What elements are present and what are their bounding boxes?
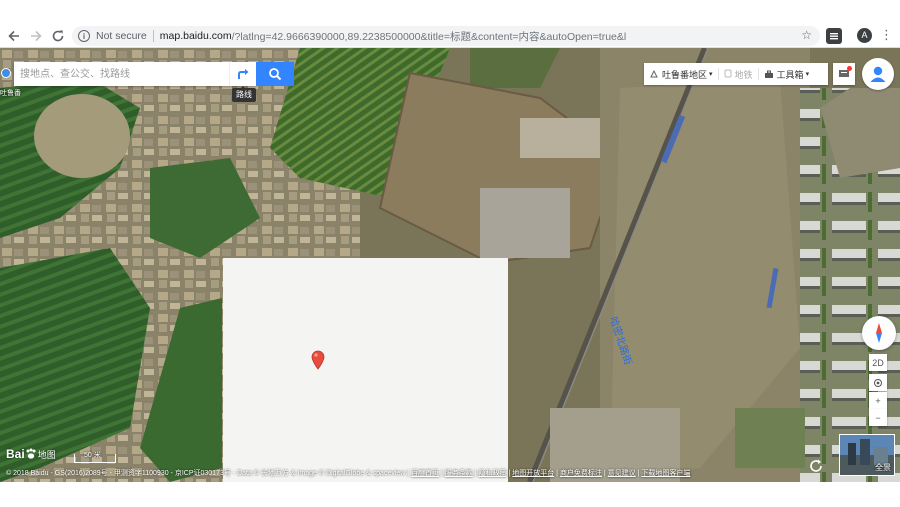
back-icon xyxy=(8,30,19,42)
url-path: /?latlng=42.9666390000,89.2238500000&tit… xyxy=(231,30,627,43)
star-icon[interactable]: ☆ xyxy=(801,28,812,42)
paw-icon xyxy=(26,448,36,459)
footer-link[interactable]: 服务条款 xyxy=(445,470,473,477)
address-bar[interactable]: i Not secure map.baidu.com/?latlng=42.96… xyxy=(72,26,820,46)
search-box xyxy=(14,62,256,86)
footer-link[interactable]: 意见建议 xyxy=(608,470,636,477)
map-marker[interactable] xyxy=(311,350,325,375)
omnibox-divider xyxy=(152,30,154,42)
copyright-bar: © 2018 Baidu - GS(2016)2089号 - 甲测资字11009… xyxy=(0,466,900,482)
subway-icon xyxy=(724,69,732,78)
search-icon xyxy=(269,68,282,81)
route-button[interactable] xyxy=(229,62,256,86)
map-scale-label: 50 米 xyxy=(84,452,101,459)
compass-icon xyxy=(876,323,882,343)
footer-link[interactable]: 百度首页 xyxy=(411,470,439,477)
url-host: map.baidu.com xyxy=(159,30,232,42)
back-button[interactable] xyxy=(2,24,26,48)
footer-link[interactable]: 隐私政策 xyxy=(479,470,507,477)
security-label: Not secure xyxy=(96,30,147,42)
extension-icon xyxy=(830,33,838,40)
baidu-logo-map: 地图 xyxy=(37,449,56,460)
city-label: 吐鲁番地区 xyxy=(662,69,708,80)
footer-link[interactable]: 地图开放平台 xyxy=(512,470,554,477)
location-label: 吐鲁番 xyxy=(0,90,21,97)
toolbox-label: 工具箱 xyxy=(776,69,804,80)
menu-icon[interactable]: ⋮ xyxy=(880,27,893,43)
footer-link[interactable]: 下载地图客户端 xyxy=(641,470,690,477)
user-icon xyxy=(870,66,886,82)
info-icon[interactable]: i xyxy=(78,30,90,42)
forward-icon xyxy=(31,30,42,42)
locate-button[interactable] xyxy=(869,374,887,391)
subway-button[interactable]: 地铁 xyxy=(719,63,758,85)
baidu-logo-text: Bai xyxy=(6,447,25,461)
message-button[interactable] xyxy=(833,63,855,85)
profile-avatar[interactable]: A xyxy=(857,28,872,43)
footer-links: 百度首页 | 服务条款 | 隐私政策 | 地图开放平台 | 商户免费标注 | 意… xyxy=(411,470,691,477)
toolbox-button[interactable]: 工具箱 ▾ xyxy=(759,63,815,85)
search-input[interactable] xyxy=(14,62,229,86)
city-icon xyxy=(650,69,658,78)
subway-label: 地铁 xyxy=(734,69,753,80)
chevron-down-icon: ▾ xyxy=(709,71,713,78)
zoom-out-button[interactable]: − xyxy=(869,409,887,426)
reload-icon xyxy=(52,30,64,42)
view-2d-button[interactable]: 2D xyxy=(869,354,887,371)
location-dot-icon[interactable] xyxy=(1,68,11,78)
top-right-toolbar: 吐鲁番地区 ▾ 地铁 工具箱 ▾ xyxy=(644,63,828,85)
forward-button[interactable] xyxy=(24,24,48,48)
notification-dot xyxy=(847,66,852,71)
search-button[interactable] xyxy=(256,62,294,86)
zoom-in-button[interactable]: + xyxy=(869,392,887,409)
locate-icon xyxy=(874,378,882,387)
compass-button[interactable] xyxy=(862,316,896,350)
satellite-map[interactable]: 哈密北路街 吐鲁番 路线 吐鲁番地区 ▾ 地铁 xyxy=(0,48,900,482)
baidu-logo[interactable]: Bai 地图 xyxy=(6,447,56,461)
route-icon xyxy=(238,69,249,79)
info-window-panel xyxy=(223,258,508,482)
city-selector[interactable]: 吐鲁番地区 ▾ xyxy=(644,63,718,85)
extension-button[interactable] xyxy=(826,28,842,44)
toolbox-icon xyxy=(764,70,773,78)
browser-toolbar: i Not secure map.baidu.com/?latlng=42.96… xyxy=(0,0,900,48)
chevron-down-icon: ▾ xyxy=(805,71,810,78)
map-pin-icon xyxy=(311,350,325,370)
copyright-text: © 2018 Baidu - GS(2016)2089号 - 甲测资字11009… xyxy=(6,470,412,477)
user-avatar-button[interactable] xyxy=(862,58,894,90)
footer-link[interactable]: 商户免费标注 xyxy=(560,470,602,477)
route-tooltip: 路线 xyxy=(232,86,256,102)
reload-button[interactable] xyxy=(46,24,70,48)
